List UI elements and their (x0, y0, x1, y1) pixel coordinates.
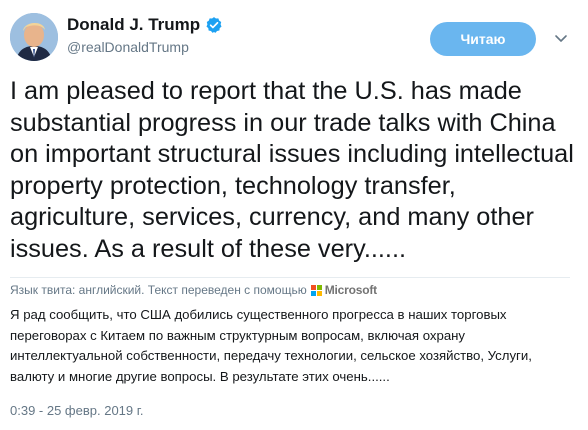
tweet-timestamp[interactable]: 0:39 - 25 февр. 2019 г. (10, 403, 144, 418)
translation-provider-name[interactable]: Microsoft (325, 283, 377, 297)
avatar-portrait-icon (10, 13, 58, 61)
following-button[interactable]: Читаю (430, 22, 536, 56)
author-handle[interactable]: @realDonaldTrump (67, 39, 223, 55)
microsoft-logo-icon (310, 284, 322, 296)
author-display-name[interactable]: Donald J. Trump (67, 15, 200, 35)
name-row: Donald J. Trump (67, 14, 223, 36)
author-block: Donald J. Trump @realDonaldTrump (67, 14, 223, 55)
tweet-card: Donald J. Trump @realDonaldTrump Читаю I… (0, 0, 588, 430)
verified-badge-icon (205, 16, 223, 34)
translation-attribution: Язык твита: английский. Текст переведен … (10, 277, 570, 302)
chevron-down-icon[interactable] (553, 30, 569, 46)
translated-tweet-text: Я рад сообщить, что США добились существ… (10, 307, 532, 384)
translation-language-label: Язык твита: английский. Текст переведен … (10, 283, 307, 297)
avatar[interactable] (10, 13, 58, 61)
tweet-header: Donald J. Trump @realDonaldTrump Читаю (10, 11, 578, 65)
tweet-text: I am pleased to report that the U.S. has… (10, 77, 581, 263)
